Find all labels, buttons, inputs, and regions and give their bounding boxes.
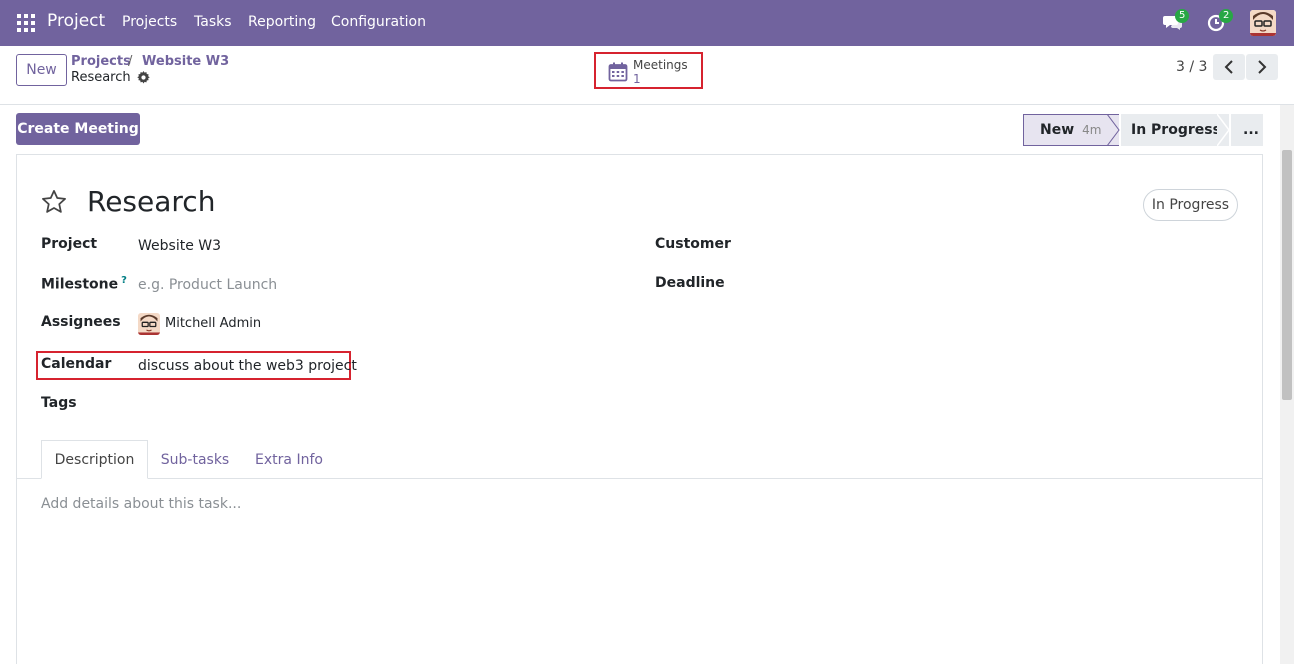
chat-count-badge: 5 — [1175, 9, 1190, 23]
calendar-label: Calendar — [41, 356, 112, 372]
assignees-label: Assignees — [41, 314, 121, 330]
star-icon[interactable] — [40, 188, 68, 216]
stage-new-time: 4m — [1082, 123, 1102, 137]
description-editor[interactable]: Add details about this task... — [41, 496, 241, 512]
top-navbar: Project Projects Tasks Reporting Configu… — [0, 0, 1294, 46]
customer-label: Customer — [655, 236, 731, 252]
menu-projects[interactable]: Projects — [122, 14, 177, 30]
chat-icon[interactable]: 5 — [1163, 9, 1190, 36]
stage-badge[interactable]: In Progress — [1143, 189, 1238, 221]
deadline-label: Deadline — [655, 275, 725, 291]
project-label: Project — [41, 236, 98, 252]
assignee-avatar — [138, 313, 160, 335]
stage-in-progress[interactable]: In Progress — [1121, 114, 1229, 146]
breadcrumb-website-w3[interactable]: Website W3 — [142, 54, 229, 69]
tab-sub-tasks[interactable]: Sub-tasks — [150, 440, 240, 479]
form-sheet — [16, 154, 1263, 664]
help-tooltip-icon[interactable]: ? — [121, 275, 127, 286]
new-button[interactable]: New — [16, 54, 67, 86]
milestone-label: Milestone? — [41, 275, 127, 293]
breadcrumb-separator: / — [128, 54, 133, 69]
apps-grid-icon[interactable] — [17, 14, 35, 32]
project-value[interactable]: Website W3 — [138, 238, 221, 254]
create-meeting-button[interactable]: Create Meeting — [16, 113, 140, 145]
app-brand[interactable]: Project — [47, 11, 105, 31]
control-panel: New Projects / Website W3 Research Meeti… — [0, 46, 1294, 105]
breadcrumb-projects[interactable]: Projects — [71, 54, 131, 69]
meetings-count: 1 — [633, 72, 641, 86]
stage-more-button[interactable]: ... — [1231, 114, 1263, 146]
menu-tasks[interactable]: Tasks — [194, 14, 232, 30]
breadcrumb-current: Research — [71, 70, 131, 85]
chevron-right-icon — [1258, 60, 1267, 74]
milestone-label-text: Milestone — [41, 276, 119, 293]
stage-new[interactable]: New 4m — [1023, 114, 1119, 146]
assignee-name[interactable]: Mitchell Admin — [165, 316, 261, 331]
pager-next-button[interactable] — [1246, 54, 1278, 80]
stage-arrow-icon — [1107, 114, 1120, 146]
pager-counter[interactable]: 3 / 3 — [1176, 59, 1207, 75]
stage-more-label: ... — [1243, 122, 1259, 138]
calendar-value[interactable]: discuss about the web3 project — [138, 358, 357, 374]
stage-new-label: New — [1040, 122, 1075, 138]
menu-reporting[interactable]: Reporting — [248, 14, 316, 30]
user-avatar[interactable] — [1250, 10, 1276, 36]
pager-previous-button[interactable] — [1213, 54, 1245, 80]
task-title[interactable]: Research — [87, 185, 215, 218]
milestone-input[interactable]: e.g. Product Launch — [138, 277, 277, 293]
chevron-left-icon — [1224, 60, 1233, 74]
activity-clock-icon[interactable]: 2 — [1207, 9, 1234, 36]
stage-in-progress-label: In Progress — [1131, 122, 1221, 138]
activity-count-badge: 2 — [1219, 9, 1234, 23]
scrollbar-thumb[interactable] — [1282, 150, 1292, 400]
meetings-label: Meetings — [633, 58, 688, 72]
stage-arrow-icon — [1217, 114, 1230, 146]
tags-label: Tags — [41, 395, 77, 411]
tab-extra-info[interactable]: Extra Info — [244, 440, 334, 479]
calendar-icon — [608, 62, 628, 82]
gear-icon[interactable] — [137, 71, 150, 84]
tab-description[interactable]: Description — [41, 440, 148, 479]
menu-configuration[interactable]: Configuration — [331, 14, 426, 30]
meetings-smart-button[interactable]: Meetings 1 — [594, 52, 703, 89]
